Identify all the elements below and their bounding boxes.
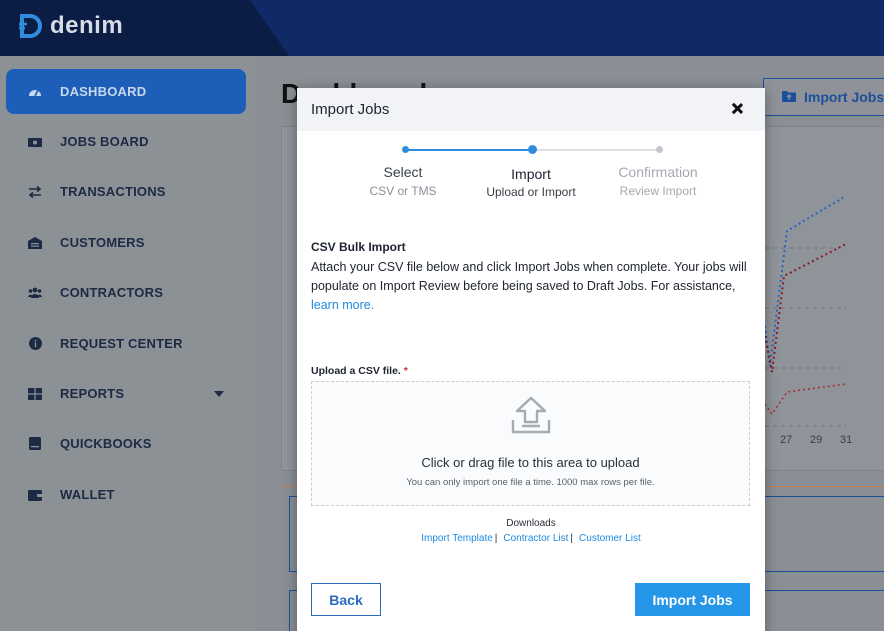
brand-logo[interactable]: denim xyxy=(18,12,123,40)
sidebar-item-reports[interactable]: REPORTS xyxy=(6,371,246,416)
step-label-select: Select xyxy=(383,164,423,180)
import-jobs-modal: Import Jobs Select CSV or TMS Import Upl… xyxy=(297,88,765,631)
step-sub-import: Upload or Import xyxy=(486,185,576,199)
step-label-import: Import xyxy=(511,166,551,182)
import-template-link[interactable]: Import Template xyxy=(421,533,493,544)
grid-icon xyxy=(28,387,42,401)
sidebar-item-label: REPORTS xyxy=(60,386,125,401)
step-dot-select xyxy=(402,146,409,153)
step-dot-import xyxy=(528,145,537,154)
step-connector-done xyxy=(405,149,532,151)
back-button[interactable]: Back xyxy=(311,583,381,616)
contractor-list-link[interactable]: Contractor List xyxy=(503,533,568,544)
sidebar-item-transactions[interactable]: TRANSACTIONS xyxy=(6,169,246,214)
csv-dropzone[interactable]: Click or drag file to this area to uploa… xyxy=(311,381,750,506)
x-tick-label: 29 xyxy=(810,434,823,446)
book-icon xyxy=(28,437,42,451)
step-label-confirmation: Confirmation xyxy=(618,164,698,180)
step-sub-select: CSV or TMS xyxy=(369,184,437,198)
upload-label: Upload a CSV file. * xyxy=(311,365,408,377)
denim-logo-icon xyxy=(18,12,44,40)
step-connector-pending xyxy=(532,149,659,151)
link-separator: | xyxy=(494,533,498,544)
speedometer-icon xyxy=(28,85,42,99)
x-tick-label: 31 xyxy=(840,434,853,446)
sidebar-item-dashboard[interactable]: DASHBOARD xyxy=(6,69,246,114)
sidebar-item-label: CONTRACTORS xyxy=(60,285,164,300)
top-bar: denim xyxy=(0,0,884,56)
modal-header: Import Jobs xyxy=(297,88,765,131)
sidebar-item-customers[interactable]: CUSTOMERS xyxy=(6,220,246,265)
sidebar-item-label: CUSTOMERS xyxy=(60,235,145,250)
wallet-icon xyxy=(28,488,42,502)
warehouse-icon xyxy=(28,236,42,250)
dropzone-instruction: Click or drag file to this area to uploa… xyxy=(421,455,640,470)
upload-label-text: Upload a CSV file. xyxy=(311,365,401,377)
sidebar-item-label: TRANSACTIONS xyxy=(60,184,166,199)
step-dot-confirmation xyxy=(656,146,663,153)
sidebar-item-jobs-board[interactable]: JOBS BOARD xyxy=(6,119,246,164)
customer-list-link[interactable]: Customer List xyxy=(579,533,641,544)
sidebar-item-wallet[interactable]: WALLET xyxy=(6,472,246,517)
step-sub-confirmation: Review Import xyxy=(619,184,697,198)
sidebar-item-contractors[interactable]: CONTRACTORS xyxy=(6,270,246,315)
folder-upload-icon xyxy=(782,89,796,105)
modal-title: Import Jobs xyxy=(311,101,390,118)
close-icon[interactable] xyxy=(729,101,745,117)
exchange-icon xyxy=(28,185,42,199)
downloads-links: Import Template | Contractor List | Customer… xyxy=(297,533,765,544)
sidebar-item-request-center[interactable]: REQUEST CENTER xyxy=(6,321,246,366)
import-jobs-button-background[interactable]: Import Jobs xyxy=(763,78,884,116)
sidebar-item-quickbooks[interactable]: QUICKBOOKS xyxy=(6,421,246,466)
section-description-text: Attach your CSV file below and click Imp… xyxy=(311,260,747,293)
import-jobs-label: Import Jobs xyxy=(804,89,884,105)
section-title: CSV Bulk Import xyxy=(311,240,406,254)
top-bar-stripe xyxy=(250,0,884,56)
sidebar-item-label: JOBS BOARD xyxy=(60,134,149,149)
brand-name: denim xyxy=(50,12,124,39)
required-mark: * xyxy=(403,365,408,377)
import-jobs-button[interactable]: Import Jobs xyxy=(635,583,750,616)
users-icon xyxy=(28,286,42,300)
dropzone-hint: You can only import one file a time. 100… xyxy=(406,477,655,488)
money-icon xyxy=(28,135,42,149)
sidebar-item-label: DASHBOARD xyxy=(60,84,147,99)
upload-icon xyxy=(508,396,554,441)
sidebar-item-label: QUICKBOOKS xyxy=(60,436,152,451)
sidebar-item-label: REQUEST CENTER xyxy=(60,336,183,351)
downloads-title: Downloads xyxy=(506,518,556,529)
x-tick-label: 27 xyxy=(780,434,793,446)
sidebar-item-label: WALLET xyxy=(60,487,115,502)
chevron-down-icon[interactable] xyxy=(214,391,224,397)
learn-more-link[interactable]: learn more. xyxy=(311,298,374,312)
section-description: Attach your CSV file below and click Imp… xyxy=(311,258,751,315)
link-separator: | xyxy=(570,533,574,544)
info-icon xyxy=(28,337,42,351)
import-stepper: Select CSV or TMS Import Upload or Impor… xyxy=(297,131,765,211)
